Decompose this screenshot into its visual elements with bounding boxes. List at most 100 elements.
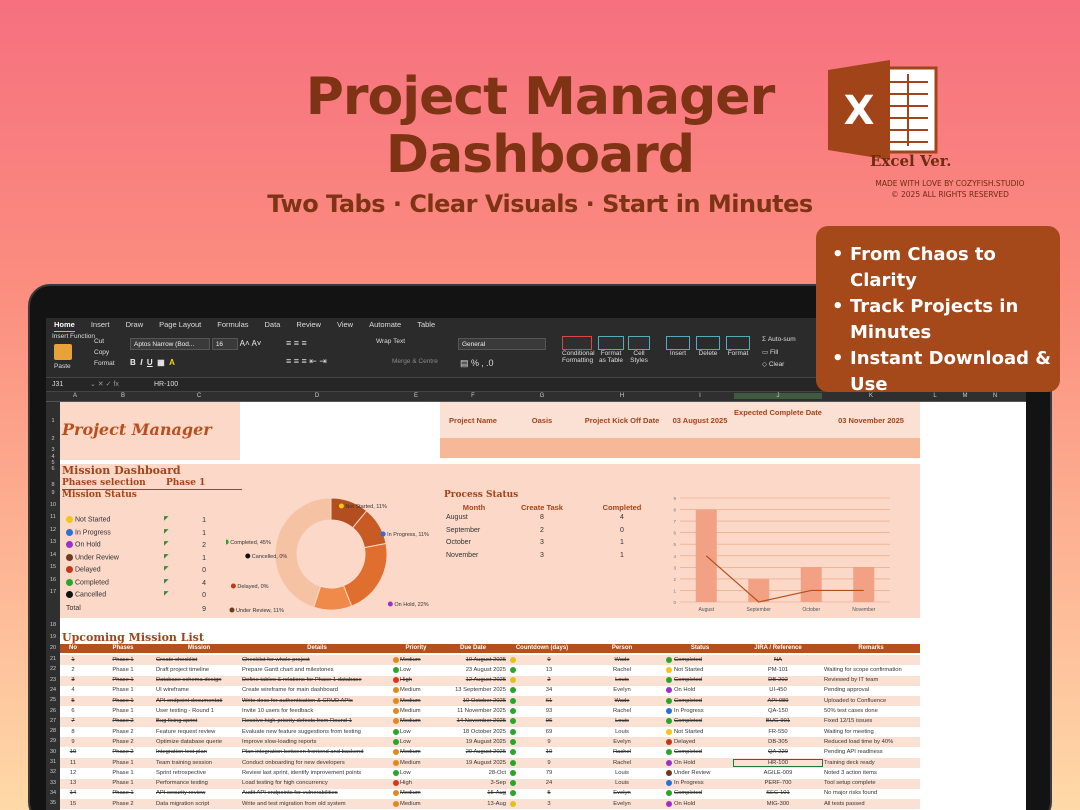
row-header[interactable]: 2 — [46, 436, 60, 442]
table-row[interactable]: 7 Phase 2 Bug fixing sprint Resolve high-pr… — [60, 716, 920, 727]
row-header[interactable]: 13 — [46, 539, 60, 545]
th-priority[interactable]: Priority — [392, 645, 440, 651]
cell-details[interactable]: Prepare Gantt chart and milestones — [242, 667, 392, 673]
table-row[interactable]: 11 Phase 1 Team training session Conduct on… — [60, 758, 920, 768]
cell-mission[interactable]: Performance testing — [156, 780, 242, 786]
cell-status[interactable]: Completed — [674, 749, 734, 755]
fill-button[interactable]: ▭ Fill — [762, 348, 778, 356]
column-header[interactable]: G — [506, 393, 578, 399]
phases-selection-dropdown[interactable]: Phase 1 — [166, 478, 205, 488]
column-header[interactable]: J — [734, 393, 822, 399]
cell-reference[interactable]: SEC-101 — [734, 790, 822, 796]
cell-phase[interactable]: Phase 1 — [90, 667, 156, 673]
cell-priority[interactable]: Low — [400, 770, 440, 776]
tab-home[interactable]: Home — [54, 318, 75, 332]
cell-details[interactable]: Create wireframe for main dashboard — [242, 687, 392, 693]
cell-person[interactable]: Rachel — [578, 667, 666, 673]
row-header[interactable]: 34 — [46, 790, 60, 796]
cell-details[interactable]: Load testing for high concurrency — [242, 780, 392, 786]
cell-remarks[interactable]: No major risks found — [824, 790, 920, 796]
cell-priority[interactable]: Low — [400, 739, 440, 745]
table-row[interactable]: 15 Phase 2 Data migration script Write and … — [60, 799, 920, 810]
row-header[interactable]: 16 — [46, 577, 60, 583]
cell-status[interactable]: On Hold — [674, 801, 734, 807]
cell-mission[interactable]: API security review — [156, 790, 242, 796]
table-row[interactable]: 5 Phase 1 API endpoint documentati Write do… — [60, 696, 920, 707]
row-header[interactable]: 25 — [46, 697, 60, 703]
table-row[interactable]: 10 Phase 2 Integration test plan Plan integ… — [60, 748, 920, 758]
align-icons-bottom[interactable]: ≡ ≡ ≡ ⇤ ⇥ — [286, 356, 327, 367]
tab-automate[interactable]: Automate — [369, 318, 401, 332]
cell-person[interactable]: Louis — [578, 770, 666, 776]
cell-remarks[interactable]: Noted 3 action items — [824, 770, 920, 776]
cell-styles-button[interactable]: Cell Styles — [628, 336, 650, 364]
cell-no[interactable]: 2 — [60, 667, 86, 673]
cell-details[interactable]: Write and test migration from old system — [242, 801, 392, 807]
cell-remarks[interactable]: Reviewed by IT team — [824, 677, 920, 683]
row-header[interactable]: 17 — [46, 589, 60, 595]
cell-person[interactable]: Wade — [578, 698, 666, 704]
cell-reference[interactable]: DB-202 — [734, 677, 822, 683]
cell-reference[interactable]: AGILE-009 — [734, 770, 822, 776]
cell-status[interactable]: Not Started — [674, 667, 734, 673]
number-format-select[interactable]: General — [458, 338, 546, 350]
cell-mission[interactable]: UI wireframe — [156, 687, 242, 693]
cell-priority[interactable]: Medium — [400, 790, 440, 796]
th-details[interactable]: Details — [242, 645, 392, 651]
table-row[interactable]: 12 Phase 1 Sprint retrospective Review last… — [60, 768, 920, 778]
cell-phase[interactable]: Phase 1 — [90, 657, 156, 663]
cell-reference[interactable]: QA-150 — [734, 708, 822, 714]
cell-due[interactable]: 11 November 2025 — [440, 708, 506, 714]
cell-countdown[interactable]: 2 — [520, 677, 578, 683]
cell-no[interactable]: 8 — [60, 729, 86, 735]
cell-status[interactable]: Completed — [674, 718, 734, 724]
insert-cells-button[interactable]: Insert — [666, 336, 690, 357]
cell-details[interactable]: Conduct onboarding for new developers — [242, 760, 392, 766]
cell-remarks[interactable]: All tests passed — [824, 801, 920, 807]
name-box[interactable]: J31 — [52, 378, 63, 392]
cell-remarks[interactable]: Tool setup complete — [824, 780, 920, 786]
cell-person[interactable]: Wade — [578, 657, 666, 663]
cell-reference[interactable]: PERF-700 — [734, 780, 822, 786]
cell-status[interactable]: In Progress — [674, 780, 734, 786]
cell-no[interactable]: 15 — [60, 801, 86, 807]
table-row[interactable]: 9 Phase 2 Optimize database querie Improve … — [60, 737, 920, 748]
table-row[interactable]: 3 Phase 1 Database schema design Define tab… — [60, 675, 920, 686]
cell-reference[interactable]: PM-101 — [734, 667, 822, 673]
row-header[interactable]: 10 — [46, 502, 60, 508]
cell-due[interactable]: 13 September 2025 — [440, 687, 506, 693]
cell-details[interactable]: Audit API endpoints for vulnerabilities — [242, 790, 392, 796]
cell-status[interactable]: On Hold — [674, 760, 734, 766]
row-header[interactable]: 31 — [46, 759, 60, 765]
format-painter-button[interactable]: Format — [94, 360, 115, 367]
row-header[interactable]: 20 — [46, 645, 60, 651]
tab-draw[interactable]: Draw — [126, 318, 144, 332]
cell-due[interactable]: 28-Oct — [440, 770, 506, 776]
autosum-button[interactable]: Σ Auto-sum — [762, 336, 796, 343]
cell-remarks[interactable]: Reduced load time by 40% — [824, 739, 920, 745]
cell-person[interactable]: Evelyn — [578, 739, 666, 745]
row-header[interactable]: 15 — [46, 564, 60, 570]
cell-no[interactable]: 3 — [60, 677, 86, 683]
formula-input[interactable]: HR-100 — [154, 378, 178, 392]
cell-status[interactable]: Not Started — [674, 729, 734, 735]
cell-phase[interactable]: Phase 1 — [90, 708, 156, 714]
th-reference[interactable]: JIRA / Reference — [734, 645, 822, 651]
wrap-text-button[interactable]: Wrap Text — [376, 338, 405, 345]
row-header[interactable]: 32 — [46, 769, 60, 775]
cell-phase[interactable]: Phase 2 — [90, 739, 156, 745]
row-header[interactable]: 23 — [46, 677, 60, 683]
cell-due[interactable]: 14 November 2025 — [440, 718, 506, 724]
th-due-date[interactable]: Due Date — [440, 645, 506, 651]
cell-reference[interactable]: BUG-901 — [734, 718, 822, 724]
merge-centre-button[interactable]: Merge & Centre — [392, 358, 438, 365]
cell-due[interactable]: 18 October 2025 — [440, 729, 506, 735]
cell-details[interactable]: Evaluate new feature suggestions from te… — [242, 729, 392, 735]
column-header[interactable]: B — [90, 393, 156, 399]
tab-data[interactable]: Data — [265, 318, 281, 332]
cell-person[interactable]: Louis — [578, 729, 666, 735]
row-header[interactable]: 1 — [46, 418, 60, 424]
cell-phase[interactable]: Phase 1 — [90, 687, 156, 693]
cell-details[interactable]: Resolve high-priority defects from Round… — [242, 718, 392, 724]
row-header[interactable]: 33 — [46, 780, 60, 786]
